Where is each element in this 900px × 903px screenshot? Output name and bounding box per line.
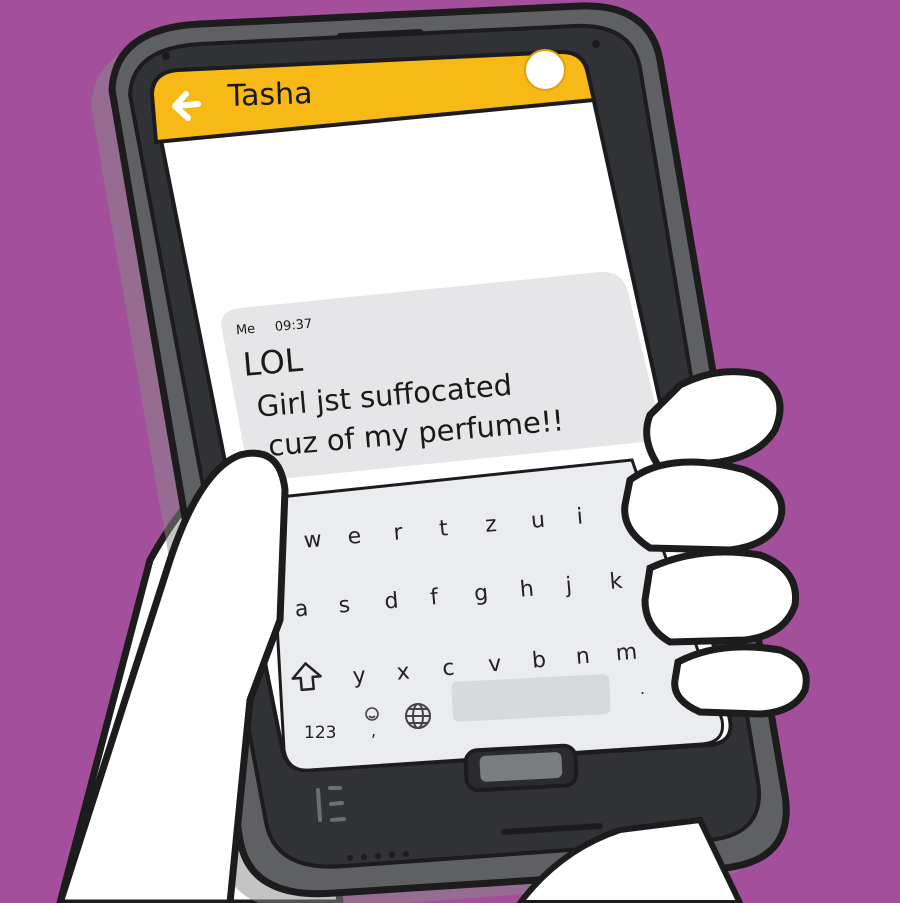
illustration-stage: Tasha Me 09:37 LOL Girl jst suffocated c…: [0, 0, 900, 903]
key-v[interactable]: v: [487, 651, 502, 677]
key-c[interactable]: c: [441, 656, 455, 682]
keyboard-row-1: w e r t z u i: [303, 504, 584, 553]
avatar[interactable]: [524, 49, 566, 91]
key-i[interactable]: i: [576, 504, 584, 529]
key-h[interactable]: h: [519, 577, 535, 603]
key-g[interactable]: g: [473, 581, 489, 607]
key-k[interactable]: k: [609, 569, 624, 595]
key-j[interactable]: j: [564, 573, 573, 599]
key-d[interactable]: d: [383, 588, 399, 614]
message-sender: Me: [235, 322, 255, 339]
key-w[interactable]: w: [303, 527, 323, 553]
contact-name: Tasha: [226, 76, 313, 114]
message-time: 09:37: [274, 317, 313, 335]
keyboard-row-2: a s d f g h j k: [294, 569, 624, 623]
arrow-left-icon[interactable]: [172, 91, 201, 121]
key-m[interactable]: m: [615, 640, 639, 667]
key-s[interactable]: s: [338, 593, 352, 619]
globe-icon[interactable]: [405, 703, 431, 729]
key-a[interactable]: a: [294, 596, 310, 622]
message-line-1: LOL: [241, 341, 304, 384]
key-n[interactable]: n: [575, 644, 591, 670]
screen-content: Tasha Me 09:37 LOL Girl jst suffocated c…: [172, 49, 645, 743]
numbers-key[interactable]: 123: [304, 723, 336, 743]
key-r[interactable]: r: [392, 520, 404, 546]
key-b[interactable]: b: [531, 648, 547, 674]
shift-arrow-icon[interactable]: [291, 662, 322, 692]
key-x[interactable]: x: [396, 660, 411, 686]
comma-key[interactable]: ,: [371, 721, 376, 740]
key-u[interactable]: u: [530, 508, 546, 534]
key-z[interactable]: z: [484, 512, 498, 538]
key-e[interactable]: e: [347, 524, 363, 550]
period-key[interactable]: .: [640, 679, 645, 698]
key-y[interactable]: y: [352, 663, 367, 689]
key-t[interactable]: t: [438, 516, 449, 542]
key-f[interactable]: f: [429, 585, 440, 611]
smiley-icon[interactable]: [365, 707, 379, 721]
keyboard-row-3: y x c v b n m: [291, 640, 639, 692]
